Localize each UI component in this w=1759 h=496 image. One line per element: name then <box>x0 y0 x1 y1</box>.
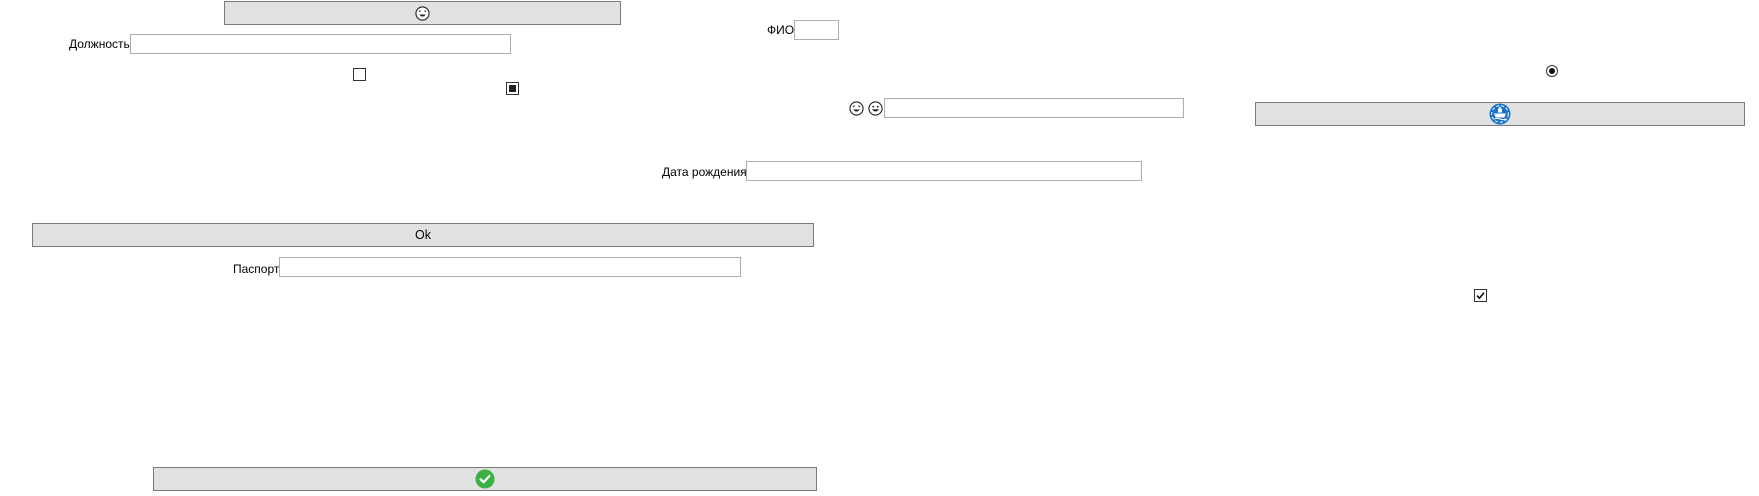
grinning-face-icon <box>868 101 883 116</box>
position-label: Должность <box>69 37 130 51</box>
checkbox-unchecked[interactable] <box>353 68 366 81</box>
passport-field[interactable] <box>279 257 741 277</box>
laughing-face-icon <box>849 101 864 116</box>
position-field[interactable] <box>130 34 511 54</box>
ship-button[interactable] <box>1255 102 1745 126</box>
birth-date-field[interactable] <box>746 161 1142 181</box>
ok-button[interactable]: Ok <box>32 223 814 247</box>
green-check-icon <box>475 469 495 489</box>
checkmark-icon <box>1476 292 1485 300</box>
birth-date-label: Дата рождения <box>662 165 747 179</box>
emoji-text-field[interactable] <box>884 98 1184 118</box>
ship-icon <box>1489 103 1511 125</box>
fio-label: ФИО <box>767 23 795 37</box>
laughing-face-icon <box>415 5 430 21</box>
emoji-button[interactable] <box>224 1 621 25</box>
checkbox-indeterminate[interactable] <box>506 82 519 95</box>
fio-field[interactable] <box>794 20 839 40</box>
passport-label: Паспорт <box>233 262 280 276</box>
confirm-button[interactable] <box>153 467 817 491</box>
radio-button-selected[interactable] <box>1546 65 1558 77</box>
checkbox-checked[interactable] <box>1474 289 1487 302</box>
